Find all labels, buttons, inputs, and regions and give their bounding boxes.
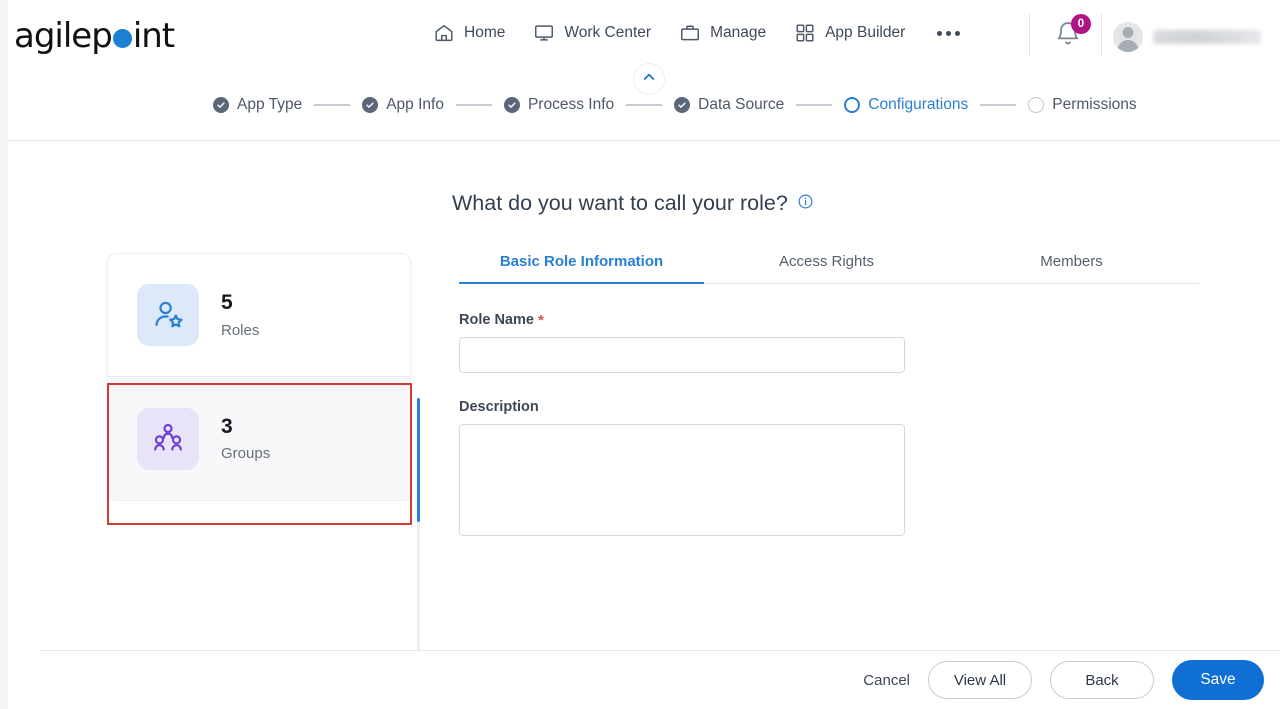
card-roles-label: Roles bbox=[221, 321, 260, 339]
nav-item-manage[interactable]: Manage bbox=[679, 22, 766, 44]
wizard-step-permissions[interactable]: Permissions bbox=[1028, 96, 1137, 114]
back-button[interactable]: Back bbox=[1050, 661, 1154, 699]
role-tabs: Basic Role Information Access Rights Mem… bbox=[459, 253, 1199, 284]
cancel-button[interactable]: Cancel bbox=[863, 672, 910, 689]
nav-divider-right bbox=[1101, 14, 1102, 56]
top-navigation-bar: agilep int Home Work Center Manage App B… bbox=[8, 0, 1280, 70]
wizard-connector bbox=[626, 104, 663, 106]
wizard-connector bbox=[980, 104, 1017, 106]
role-name-label: Role Name * bbox=[459, 312, 1199, 328]
check-icon bbox=[674, 97, 691, 113]
card-groups-count: 3 bbox=[221, 414, 233, 438]
nav-item-manage-label: Manage bbox=[710, 24, 767, 41]
footer-actions: Cancel View All Back Save bbox=[8, 651, 1280, 709]
wizard-step-process-info[interactable]: Process Info bbox=[503, 96, 615, 114]
cards-scrollbar-thumb[interactable] bbox=[417, 398, 420, 522]
wizard-step-app-type-label: App Type bbox=[237, 96, 303, 113]
wizard-connector bbox=[455, 104, 492, 106]
check-icon bbox=[503, 97, 520, 113]
role-name-input[interactable] bbox=[459, 337, 905, 373]
main-content: What do you want to call your role? 5 Ro… bbox=[8, 141, 1280, 709]
view-all-button[interactable]: View All bbox=[928, 661, 1032, 699]
username-label bbox=[1153, 30, 1261, 44]
wizard-step-permissions-label: Permissions bbox=[1052, 96, 1137, 113]
description-label: Description bbox=[459, 399, 1199, 415]
tab-basic-role-information[interactable]: Basic Role Information bbox=[459, 253, 704, 284]
description-field-group: Description bbox=[459, 399, 1199, 541]
logo-text-part2: int bbox=[132, 16, 175, 56]
nav-divider-left bbox=[1029, 14, 1030, 56]
wizard-steps: App Type App Info Process Info Data Sour… bbox=[213, 96, 1137, 114]
more-menu-icon[interactable] bbox=[933, 30, 964, 36]
description-label-text: Description bbox=[459, 399, 539, 415]
user-menu[interactable] bbox=[1113, 22, 1280, 52]
info-icon[interactable] bbox=[797, 191, 814, 216]
notifications-button[interactable]: 0 bbox=[1054, 14, 1091, 54]
wizard-connector bbox=[314, 104, 351, 106]
logo-text-part1: agilep bbox=[14, 16, 113, 56]
check-icon bbox=[213, 97, 229, 113]
collapse-wizard-button[interactable] bbox=[633, 63, 665, 95]
tab-members[interactable]: Members bbox=[949, 253, 1194, 283]
card-groups-label: Groups bbox=[221, 445, 271, 463]
nav-item-home-label: Home bbox=[464, 24, 506, 41]
nav-item-app-builder[interactable]: App Builder bbox=[794, 22, 905, 44]
card-roles[interactable]: 5 Roles bbox=[107, 253, 411, 377]
wizard-step-configurations[interactable]: Configurations bbox=[844, 96, 968, 114]
wizard-step-data-source-label: Data Source bbox=[698, 96, 785, 113]
person-star-icon bbox=[137, 284, 199, 346]
agilepoint-logo[interactable]: agilep int bbox=[14, 16, 175, 56]
page-title-text: What do you want to call your role? bbox=[452, 191, 788, 215]
card-groups-text: 3 Groups bbox=[221, 415, 270, 462]
card-roles-text: 5 Roles bbox=[221, 291, 259, 338]
wizard-connector bbox=[796, 104, 833, 106]
required-asterisk: * bbox=[537, 311, 544, 329]
notification-count-badge: 0 bbox=[1071, 14, 1091, 34]
wizard-step-data-source[interactable]: Data Source bbox=[674, 96, 784, 114]
wizard-step-app-info[interactable]: App Info bbox=[362, 96, 444, 114]
app-page: agilep int Home Work Center Manage App B… bbox=[0, 0, 1280, 709]
people-group-icon bbox=[137, 407, 199, 470]
card-groups[interactable]: 3 Groups bbox=[107, 377, 411, 501]
left-edge-strip bbox=[0, 0, 8, 709]
step-circle-icon bbox=[1028, 97, 1045, 113]
briefcase-icon bbox=[679, 22, 701, 44]
monitor-icon bbox=[533, 22, 555, 44]
entity-cards: 5 Roles 3 Groups bbox=[107, 253, 412, 501]
nav-item-app-builder-label: App Builder bbox=[825, 24, 906, 41]
wizard-step-app-info-label: App Info bbox=[386, 96, 444, 113]
wizard-step-configurations-label: Configurations bbox=[868, 96, 969, 113]
avatar bbox=[1113, 22, 1143, 52]
card-roles-count: 5 bbox=[221, 291, 233, 315]
step-circle-icon bbox=[844, 97, 861, 113]
main-nav: Home Work Center Manage App Builder bbox=[433, 22, 964, 44]
page-title: What do you want to call your role? bbox=[452, 191, 814, 216]
bell-icon bbox=[1054, 22, 1082, 52]
tab-access-rights[interactable]: Access Rights bbox=[704, 253, 949, 283]
role-form: Basic Role Information Access Rights Mem… bbox=[459, 253, 1199, 541]
save-button[interactable]: Save bbox=[1172, 660, 1264, 700]
role-name-label-text: Role Name bbox=[459, 312, 534, 328]
home-icon bbox=[433, 22, 455, 44]
description-textarea[interactable] bbox=[459, 424, 905, 536]
wizard-step-app-type[interactable]: App Type bbox=[213, 96, 302, 114]
check-icon bbox=[362, 97, 379, 113]
nav-item-work-center-label: Work Center bbox=[564, 24, 652, 41]
nav-item-work-center[interactable]: Work Center bbox=[533, 22, 651, 44]
chevron-up-icon bbox=[641, 69, 657, 90]
wizard-step-process-info-label: Process Info bbox=[527, 96, 615, 113]
role-name-field-group: Role Name * bbox=[459, 312, 1199, 373]
grid-icon bbox=[794, 22, 816, 44]
logo-dot-icon bbox=[112, 29, 132, 48]
nav-item-home[interactable]: Home bbox=[433, 22, 505, 44]
